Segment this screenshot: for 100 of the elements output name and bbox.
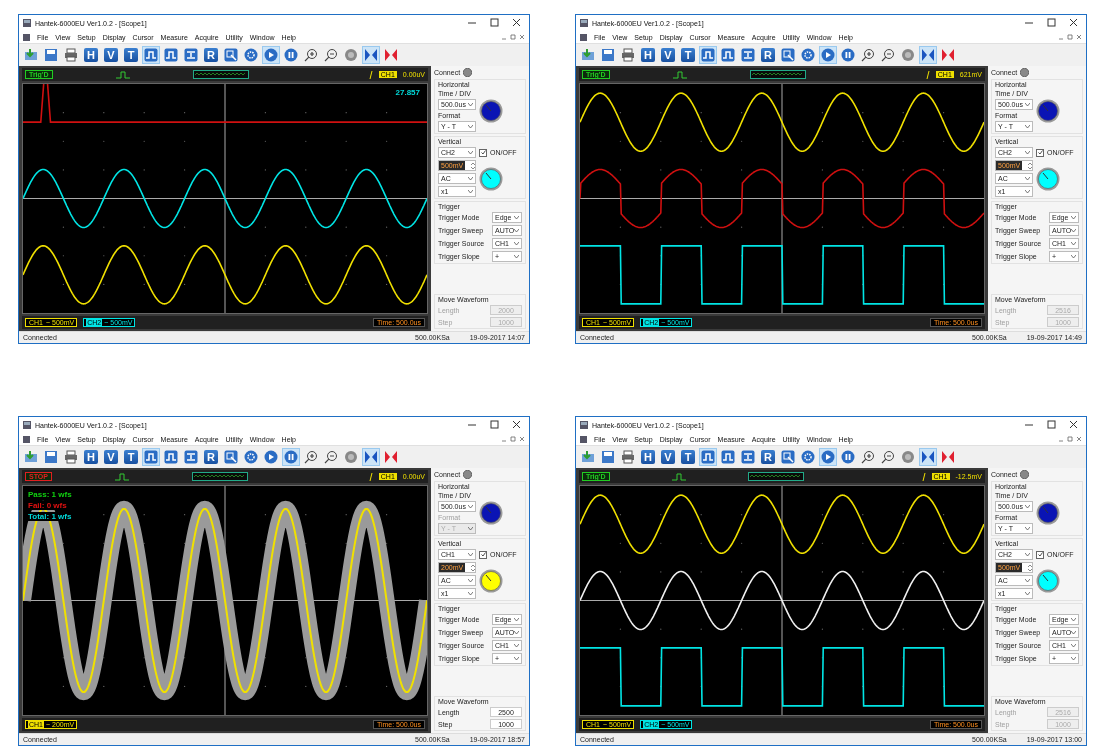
toolbar-button[interactable] <box>342 448 360 466</box>
toolbar-button[interactable] <box>62 46 80 64</box>
toolbar-button[interactable] <box>182 448 200 466</box>
caret-icon <box>1071 631 1077 634</box>
toolbar-button[interactable] <box>362 46 380 64</box>
toolbar-button[interactable] <box>242 46 260 64</box>
toolbar-button[interactable] <box>162 448 180 466</box>
knob[interactable] <box>1036 99 1060 123</box>
arrows-icon <box>184 48 198 62</box>
zoom-in-icon <box>304 48 318 62</box>
toolbar-button[interactable] <box>599 448 617 466</box>
toolbar-button[interactable] <box>899 448 917 466</box>
toolbar-button[interactable] <box>342 46 360 64</box>
toolbar-button[interactable] <box>222 46 240 64</box>
toolbar-button[interactable] <box>182 46 200 64</box>
toolbar-button[interactable] <box>779 448 797 466</box>
connection-led <box>463 68 473 77</box>
toolbar-button[interactable] <box>322 46 340 64</box>
toolbar-button[interactable] <box>839 46 857 64</box>
caret-icon <box>1025 151 1030 154</box>
toolbar-button[interactable]: R <box>202 448 220 466</box>
toolbar-button[interactable] <box>879 46 897 64</box>
mdi-controls-icon[interactable] <box>501 436 525 442</box>
toolbar-button[interactable] <box>799 448 817 466</box>
toolbar-button[interactable]: V <box>102 46 120 64</box>
toolbar-button[interactable] <box>282 448 300 466</box>
toolbar-button[interactable] <box>899 46 917 64</box>
toolbar-button[interactable] <box>619 46 637 64</box>
toolbar-button[interactable] <box>162 46 180 64</box>
pulse-icon <box>701 48 715 62</box>
toolbar-button[interactable]: H <box>639 448 657 466</box>
toolbar-button[interactable] <box>699 46 717 64</box>
toolbar-button[interactable]: R <box>759 46 777 64</box>
toolbar-button[interactable]: H <box>82 46 100 64</box>
toolbar-button[interactable] <box>42 46 60 64</box>
toolbar-button[interactable]: V <box>102 448 120 466</box>
toolbar-button[interactable] <box>282 46 300 64</box>
toolbar-button[interactable] <box>699 448 717 466</box>
spin-arrows-icon[interactable] <box>471 563 475 572</box>
toolbar-button[interactable] <box>262 448 280 466</box>
knob[interactable] <box>479 501 503 525</box>
mdi-controls-icon[interactable] <box>1058 436 1082 442</box>
pulse-icon <box>115 472 130 481</box>
toolbar-button[interactable] <box>719 448 737 466</box>
toolbar-button[interactable] <box>619 448 637 466</box>
printer-icon <box>64 48 78 62</box>
toolbar-button[interactable] <box>222 448 240 466</box>
toolbar-button[interactable] <box>859 448 877 466</box>
toolbar-button[interactable] <box>839 448 857 466</box>
trigger-edge-icon <box>368 472 373 481</box>
toolbar-button[interactable] <box>859 46 877 64</box>
toolbar-button[interactable]: H <box>639 46 657 64</box>
caret-icon <box>1025 103 1030 106</box>
toolbar-button[interactable] <box>599 46 617 64</box>
toolbar-button[interactable] <box>142 46 160 64</box>
toolbar-button[interactable] <box>919 448 937 466</box>
checkbox[interactable] <box>1036 550 1044 559</box>
toolbar-button[interactable]: T <box>679 46 697 64</box>
toolbar-button[interactable] <box>819 46 837 64</box>
toolbar-button[interactable] <box>322 448 340 466</box>
printer-icon <box>64 450 78 464</box>
toolbar-button[interactable] <box>142 448 160 466</box>
toolbar-button[interactable] <box>719 46 737 64</box>
toolbar-button[interactable] <box>62 448 80 466</box>
save-icon <box>44 450 58 464</box>
mdi-controls-icon[interactable] <box>1058 34 1082 40</box>
toolbar-button[interactable] <box>302 448 320 466</box>
mdi-controls-icon[interactable] <box>501 34 525 40</box>
toolbar-button[interactable] <box>799 46 817 64</box>
caret-icon <box>468 505 473 508</box>
spin-arrows-icon[interactable] <box>1028 161 1032 170</box>
checkbox[interactable] <box>479 550 487 559</box>
toolbar-button[interactable]: H <box>82 448 100 466</box>
play-icon <box>264 48 278 62</box>
knob[interactable] <box>1036 501 1060 525</box>
toolbar-button[interactable] <box>739 448 757 466</box>
toolbar-button[interactable]: T <box>122 448 140 466</box>
toolbar-button[interactable] <box>919 46 937 64</box>
toolbar-button[interactable]: R <box>202 46 220 64</box>
knob[interactable] <box>479 99 503 123</box>
toolbar-button[interactable] <box>779 46 797 64</box>
toolbar-button[interactable]: V <box>659 448 677 466</box>
toolbar-button[interactable] <box>819 448 837 466</box>
toolbar-button[interactable] <box>879 448 897 466</box>
toolbar-button[interactable] <box>739 46 757 64</box>
toolbar-button[interactable]: V <box>659 46 677 64</box>
toolbar-button[interactable]: T <box>679 448 697 466</box>
toolbar-button[interactable]: R <box>759 448 777 466</box>
toolbar-button[interactable] <box>242 448 260 466</box>
toolbar-button[interactable] <box>362 448 380 466</box>
arrows-icon <box>741 450 755 464</box>
pulse-icon <box>164 48 178 62</box>
checkbox[interactable] <box>479 148 487 157</box>
spin-arrows-icon[interactable] <box>1028 563 1032 572</box>
toolbar-button[interactable]: T <box>122 46 140 64</box>
toolbar-button[interactable] <box>42 448 60 466</box>
spin-arrows-icon[interactable] <box>471 161 475 170</box>
toolbar-button[interactable] <box>262 46 280 64</box>
toolbar-button[interactable] <box>302 46 320 64</box>
checkbox[interactable] <box>1036 148 1044 157</box>
